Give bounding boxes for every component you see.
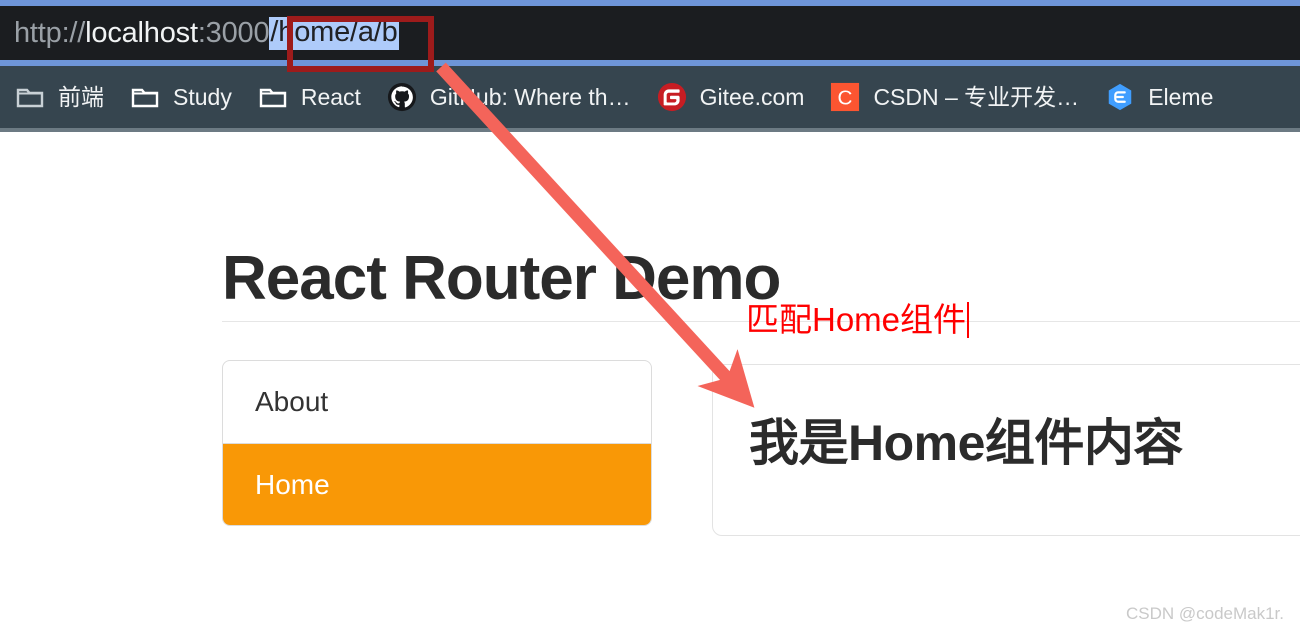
bookmark-label: 前端: [58, 83, 104, 110]
csdn-icon: C: [830, 82, 860, 112]
url-path-selected[interactable]: /home/a/b: [269, 16, 399, 50]
nav-item-label: About: [255, 386, 329, 417]
bookmark-item-gitee[interactable]: Gitee.com: [644, 66, 818, 128]
watermark: CSDN @codeMak1r.: [1125, 604, 1284, 623]
bookmark-label: CSDN – 专业开发…: [873, 83, 1080, 110]
address-bar[interactable]: http://localhost:3000/home/a/b: [0, 6, 1300, 72]
bookmark-item-element[interactable]: Eleme: [1092, 66, 1226, 128]
bookmark-label: Gitee.com: [699, 83, 805, 110]
nav-list: About Home: [222, 360, 652, 526]
url-host: localhost: [85, 16, 198, 49]
route-content-panel: 我是Home组件内容: [712, 364, 1300, 536]
nav-item-label: Home: [255, 468, 330, 500]
bookmark-label: Eleme: [1148, 83, 1214, 110]
folder-icon: [15, 82, 45, 112]
bookmark-item-qianduan[interactable]: 前端: [2, 66, 117, 128]
github-icon: [387, 82, 417, 112]
bookmark-label: React: [300, 83, 361, 110]
browser-chrome: http://localhost:3000/home/a/b 前端 Study: [0, 0, 1300, 132]
bookmarks-bar: 前端 Study React GitHub: Where th… Gitee.c…: [0, 66, 1300, 128]
annotation-label-text: 匹配Home组件: [746, 301, 967, 338]
element-ui-icon: [1105, 82, 1135, 112]
route-content-heading: 我是Home组件内容: [749, 415, 1183, 471]
address-bar-url[interactable]: http://localhost:3000/home/a/b: [14, 16, 399, 50]
nav-item-home[interactable]: Home: [223, 443, 651, 525]
url-port: :3000: [197, 16, 270, 49]
nav-item-about[interactable]: About: [223, 361, 651, 443]
url-scheme: http://: [14, 16, 86, 49]
bookmark-item-csdn[interactable]: C CSDN – 专业开发…: [817, 66, 1092, 128]
bookmark-label: Study: [173, 83, 232, 110]
bookmark-item-react[interactable]: React: [245, 66, 374, 128]
folder-icon: [130, 82, 160, 112]
bookmark-item-github[interactable]: GitHub: Where th…: [374, 66, 644, 128]
folder-icon: [258, 82, 288, 112]
gitee-icon: [657, 82, 687, 112]
bookmark-item-study[interactable]: Study: [117, 66, 245, 128]
text-caret: [967, 302, 970, 338]
page-content: React Router Demo About Home 我是Home组件内容: [0, 132, 1300, 632]
page-title: React Router Demo: [222, 243, 781, 313]
annotation-label: 匹配Home组件: [746, 301, 970, 338]
svg-text:C: C: [838, 87, 853, 110]
bookmark-label: GitHub: Where th…: [429, 83, 631, 110]
